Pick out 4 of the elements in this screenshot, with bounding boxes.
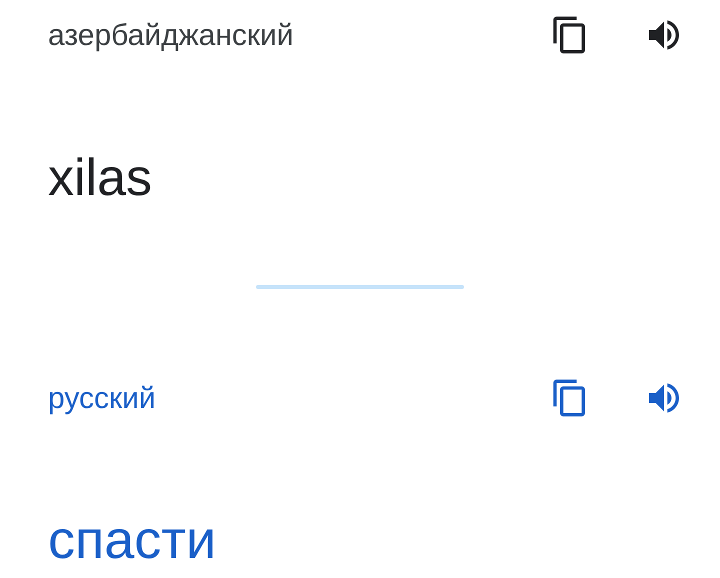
language-label: русский — [48, 380, 156, 416]
source-text: xilas — [48, 148, 152, 209]
language-label: азербайджанский — [48, 18, 294, 54]
translation-text: спасти — [48, 509, 216, 572]
